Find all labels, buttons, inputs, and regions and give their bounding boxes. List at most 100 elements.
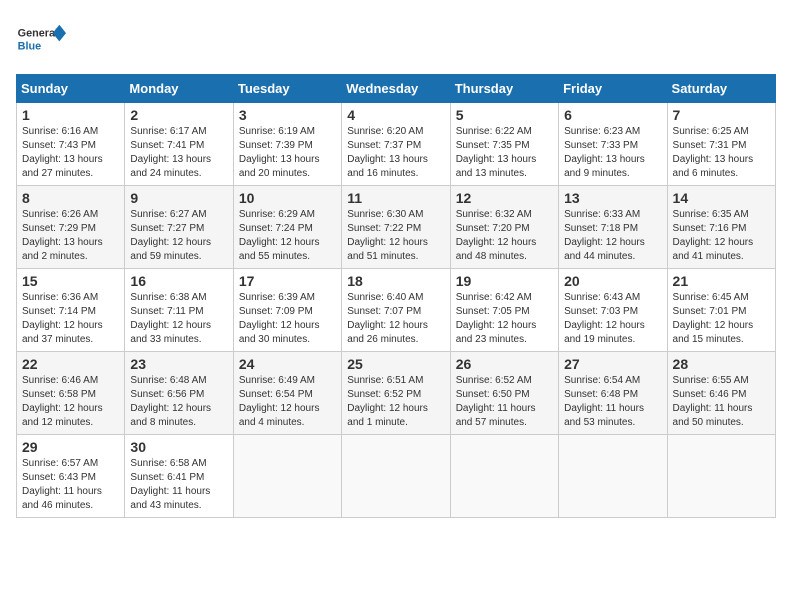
sunrise-label: Sunrise: 6:22 AM (456, 126, 532, 137)
day-info: Sunrise: 6:57 AM Sunset: 6:43 PM Dayligh… (22, 457, 119, 513)
day-info: Sunrise: 6:19 AM Sunset: 7:39 PM Dayligh… (239, 125, 336, 181)
calendar-cell: 19 Sunrise: 6:42 AM Sunset: 7:05 PM Dayl… (450, 269, 558, 352)
day-info: Sunrise: 6:43 AM Sunset: 7:03 PM Dayligh… (564, 291, 661, 347)
sunrise-label: Sunrise: 6:16 AM (22, 126, 98, 137)
day-info: Sunrise: 6:39 AM Sunset: 7:09 PM Dayligh… (239, 291, 336, 347)
day-number: 9 (130, 190, 227, 206)
calendar-cell: 13 Sunrise: 6:33 AM Sunset: 7:18 PM Dayl… (559, 186, 667, 269)
calendar-cell: 17 Sunrise: 6:39 AM Sunset: 7:09 PM Dayl… (233, 269, 341, 352)
day-number: 29 (22, 439, 119, 455)
daylight-label: Daylight: 11 hours and 53 minutes. (564, 403, 644, 428)
day-info: Sunrise: 6:20 AM Sunset: 7:37 PM Dayligh… (347, 125, 444, 181)
day-number: 28 (673, 356, 770, 372)
daylight-label: Daylight: 13 hours and 2 minutes. (22, 237, 103, 262)
sunset-label: Sunset: 6:54 PM (239, 389, 313, 400)
day-info: Sunrise: 6:54 AM Sunset: 6:48 PM Dayligh… (564, 374, 661, 430)
calendar-cell: 25 Sunrise: 6:51 AM Sunset: 6:52 PM Dayl… (342, 352, 450, 435)
sunrise-label: Sunrise: 6:48 AM (130, 375, 206, 386)
daylight-label: Daylight: 11 hours and 57 minutes. (456, 403, 536, 428)
sunrise-label: Sunrise: 6:55 AM (673, 375, 749, 386)
sunrise-label: Sunrise: 6:42 AM (456, 292, 532, 303)
daylight-label: Daylight: 12 hours and 12 minutes. (22, 403, 103, 428)
sunset-label: Sunset: 7:16 PM (673, 223, 747, 234)
calendar-cell: 9 Sunrise: 6:27 AM Sunset: 7:27 PM Dayli… (125, 186, 233, 269)
day-number: 14 (673, 190, 770, 206)
day-number: 23 (130, 356, 227, 372)
sunrise-label: Sunrise: 6:45 AM (673, 292, 749, 303)
sunset-label: Sunset: 7:35 PM (456, 140, 530, 151)
calendar-cell: 23 Sunrise: 6:48 AM Sunset: 6:56 PM Dayl… (125, 352, 233, 435)
day-number: 7 (673, 107, 770, 123)
sunset-label: Sunset: 7:01 PM (673, 306, 747, 317)
day-number: 17 (239, 273, 336, 289)
calendar-week-4: 22 Sunrise: 6:46 AM Sunset: 6:58 PM Dayl… (17, 352, 776, 435)
sunrise-label: Sunrise: 6:43 AM (564, 292, 640, 303)
daylight-label: Daylight: 13 hours and 24 minutes. (130, 154, 211, 179)
day-number: 26 (456, 356, 553, 372)
daylight-label: Daylight: 12 hours and 59 minutes. (130, 237, 211, 262)
day-info: Sunrise: 6:52 AM Sunset: 6:50 PM Dayligh… (456, 374, 553, 430)
day-info: Sunrise: 6:38 AM Sunset: 7:11 PM Dayligh… (130, 291, 227, 347)
calendar-cell (450, 435, 558, 518)
sunset-label: Sunset: 6:58 PM (22, 389, 96, 400)
sunrise-label: Sunrise: 6:26 AM (22, 209, 98, 220)
sunset-label: Sunset: 7:31 PM (673, 140, 747, 151)
sunset-label: Sunset: 7:20 PM (456, 223, 530, 234)
day-number: 10 (239, 190, 336, 206)
sunrise-label: Sunrise: 6:46 AM (22, 375, 98, 386)
sunrise-label: Sunrise: 6:51 AM (347, 375, 423, 386)
day-number: 13 (564, 190, 661, 206)
sunset-label: Sunset: 7:27 PM (130, 223, 204, 234)
sunset-label: Sunset: 7:14 PM (22, 306, 96, 317)
sunset-label: Sunset: 7:41 PM (130, 140, 204, 151)
calendar-cell: 3 Sunrise: 6:19 AM Sunset: 7:39 PM Dayli… (233, 103, 341, 186)
calendar-header-friday: Friday (559, 75, 667, 103)
calendar-cell: 2 Sunrise: 6:17 AM Sunset: 7:41 PM Dayli… (125, 103, 233, 186)
calendar-cell: 27 Sunrise: 6:54 AM Sunset: 6:48 PM Dayl… (559, 352, 667, 435)
daylight-label: Daylight: 11 hours and 50 minutes. (673, 403, 753, 428)
day-info: Sunrise: 6:48 AM Sunset: 6:56 PM Dayligh… (130, 374, 227, 430)
logo: General Blue (16, 16, 66, 66)
daylight-label: Daylight: 12 hours and 55 minutes. (239, 237, 320, 262)
sunrise-label: Sunrise: 6:54 AM (564, 375, 640, 386)
day-number: 20 (564, 273, 661, 289)
sunrise-label: Sunrise: 6:39 AM (239, 292, 315, 303)
sunset-label: Sunset: 7:05 PM (456, 306, 530, 317)
daylight-label: Daylight: 12 hours and 4 minutes. (239, 403, 320, 428)
daylight-label: Daylight: 12 hours and 33 minutes. (130, 320, 211, 345)
calendar-cell: 20 Sunrise: 6:43 AM Sunset: 7:03 PM Dayl… (559, 269, 667, 352)
day-info: Sunrise: 6:23 AM Sunset: 7:33 PM Dayligh… (564, 125, 661, 181)
daylight-label: Daylight: 11 hours and 46 minutes. (22, 486, 102, 511)
calendar-cell: 28 Sunrise: 6:55 AM Sunset: 6:46 PM Dayl… (667, 352, 775, 435)
day-info: Sunrise: 6:49 AM Sunset: 6:54 PM Dayligh… (239, 374, 336, 430)
daylight-label: Daylight: 13 hours and 13 minutes. (456, 154, 537, 179)
calendar-cell: 18 Sunrise: 6:40 AM Sunset: 7:07 PM Dayl… (342, 269, 450, 352)
daylight-label: Daylight: 12 hours and 8 minutes. (130, 403, 211, 428)
sunset-label: Sunset: 6:43 PM (22, 472, 96, 483)
calendar-cell: 1 Sunrise: 6:16 AM Sunset: 7:43 PM Dayli… (17, 103, 125, 186)
day-info: Sunrise: 6:26 AM Sunset: 7:29 PM Dayligh… (22, 208, 119, 264)
calendar-cell: 16 Sunrise: 6:38 AM Sunset: 7:11 PM Dayl… (125, 269, 233, 352)
calendar-header-thursday: Thursday (450, 75, 558, 103)
day-number: 19 (456, 273, 553, 289)
sunrise-label: Sunrise: 6:35 AM (673, 209, 749, 220)
sunset-label: Sunset: 7:09 PM (239, 306, 313, 317)
calendar-cell: 26 Sunrise: 6:52 AM Sunset: 6:50 PM Dayl… (450, 352, 558, 435)
calendar-cell: 4 Sunrise: 6:20 AM Sunset: 7:37 PM Dayli… (342, 103, 450, 186)
calendar-week-1: 1 Sunrise: 6:16 AM Sunset: 7:43 PM Dayli… (17, 103, 776, 186)
calendar-cell: 29 Sunrise: 6:57 AM Sunset: 6:43 PM Dayl… (17, 435, 125, 518)
sunrise-label: Sunrise: 6:49 AM (239, 375, 315, 386)
sunrise-label: Sunrise: 6:25 AM (673, 126, 749, 137)
day-info: Sunrise: 6:55 AM Sunset: 6:46 PM Dayligh… (673, 374, 770, 430)
sunset-label: Sunset: 7:24 PM (239, 223, 313, 234)
calendar-week-3: 15 Sunrise: 6:36 AM Sunset: 7:14 PM Dayl… (17, 269, 776, 352)
daylight-label: Daylight: 12 hours and 1 minute. (347, 403, 428, 428)
sunrise-label: Sunrise: 6:52 AM (456, 375, 532, 386)
sunset-label: Sunset: 7:29 PM (22, 223, 96, 234)
day-number: 25 (347, 356, 444, 372)
sunset-label: Sunset: 7:39 PM (239, 140, 313, 151)
calendar-header-saturday: Saturday (667, 75, 775, 103)
day-info: Sunrise: 6:16 AM Sunset: 7:43 PM Dayligh… (22, 125, 119, 181)
calendar-cell: 5 Sunrise: 6:22 AM Sunset: 7:35 PM Dayli… (450, 103, 558, 186)
day-number: 4 (347, 107, 444, 123)
